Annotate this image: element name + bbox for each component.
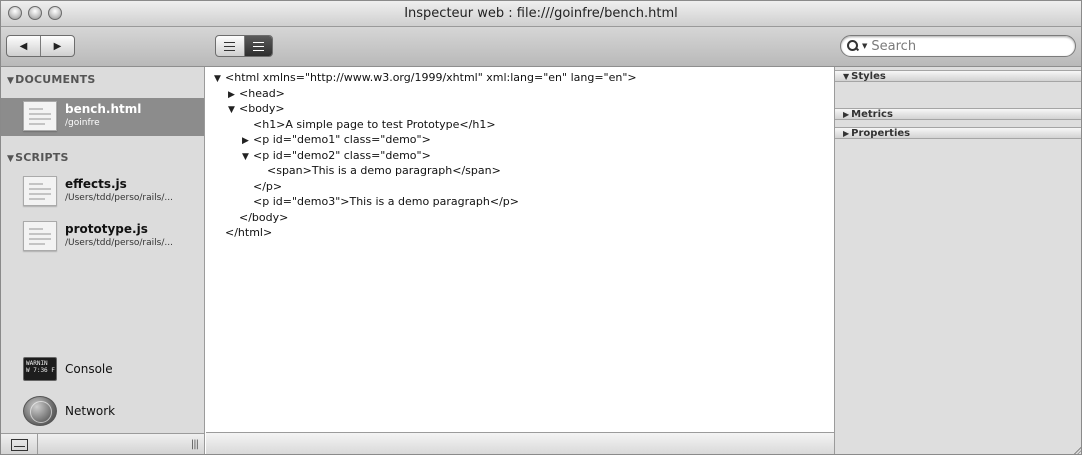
main-status-bar [206,432,834,454]
disclosure-down-icon: ▼ [843,72,850,81]
document-icon [23,101,57,131]
sidebar-item-bench-html[interactable]: bench.html /goinfre [1,98,204,136]
title-bar: Inspecteur web : file:///goinfre/bench.h… [1,1,1081,27]
resource-name: bench.html [65,102,142,116]
list-icon [224,41,236,51]
metrics-panel-header[interactable]: ▶ Metrics [835,108,1081,120]
resource-name: effects.js [65,177,127,191]
console-icon: WARNIN W 7:36 F [23,357,57,381]
dom-node-markup: </html> [225,226,273,239]
disclosure-right-icon: ▶ [843,110,850,119]
dom-node-row[interactable]: <p id="demo3">This is a demo paragraph</… [242,195,519,209]
sidebar-item-effects-js[interactable]: effects.js /Users/tdd/perso/rails/... [1,173,204,211]
disclosure-right-icon: ▶ [843,129,850,138]
dom-node-row[interactable]: </p> [242,180,282,194]
sidebar-item-prototype-js[interactable]: prototype.js /Users/tdd/perso/rails/... [1,218,204,256]
dom-tree: ▼ <html xmlns="http://www.w3.org/1999/xht… [206,67,834,434]
history-nav: ◀ ▶ [6,35,75,57]
forward-arrow-icon: ▶ [53,40,62,52]
dom-node-row[interactable]: </body> [228,211,288,225]
disclosure-right-icon[interactable]: ▶ [242,136,253,146]
dom-node-markup: <p id="demo2" class="demo"> [253,148,431,162]
window-resize-grip-icon[interactable] [1072,445,1081,454]
sidebar-resize-grip-icon[interactable]: ||| [191,439,199,450]
script-file-icon [23,176,57,206]
search-field[interactable]: ▼ [840,35,1076,57]
dom-node-row[interactable]: <h1>A simple page to test Prototype</h1> [242,118,496,132]
resource-name: prototype.js [65,222,148,236]
disclosure-down-icon[interactable]: ▼ [228,105,239,115]
tool-name: Console [65,362,113,376]
dock-toggle-icon[interactable] [11,439,28,451]
dom-node-markup: </body> [239,210,289,224]
tree-mode-toggle [215,35,273,57]
search-input[interactable] [871,38,1052,54]
dom-node-markup: <body> [239,102,285,115]
source-view-button[interactable] [243,36,272,56]
sidebar-item-network[interactable]: Network [1,394,204,428]
search-icon [847,39,860,53]
dom-node-markup: <p id="demo1" class="demo"> [253,133,431,146]
list-icon [252,41,264,51]
dom-node-markup: <p id="demo3">This is a demo paragraph</… [253,195,519,208]
web-inspector-window: Inspecteur web : file:///goinfre/bench.h… [0,0,1082,455]
sidebar: ▼DOCUMENTS bench.html /goinfre ▼SCRIPTS … [1,67,205,454]
dom-node-row[interactable]: ▼ <body> [228,102,285,116]
dom-node-row[interactable]: </html> [214,226,272,240]
toolbar: ◀ ▶ ▼ [1,27,1081,67]
dom-node-markup: <h1>A simple page to test Prototype</h1> [253,117,496,131]
disclosure-down-icon[interactable]: ▼ [242,152,253,162]
back-arrow-icon: ◀ [19,40,28,52]
dom-node-row[interactable]: ▼ <p id="demo2" class="demo"> [242,149,431,163]
documents-section-header[interactable]: ▼DOCUMENTS [7,73,96,86]
script-file-icon [23,221,57,251]
forward-button[interactable]: ▶ [40,36,74,56]
resource-path: /goinfre [65,118,100,128]
dom-node-markup: <html xmlns="http://www.w3.org/1999/xhtm… [225,71,637,84]
details-pane: ▼ Styles ▶ Metrics ▶ Properties [834,67,1081,454]
network-icon [23,396,57,426]
disclosure-down-icon: ▼ [7,154,15,164]
tool-name: Network [65,404,116,418]
resource-path: /Users/tdd/perso/rails/... [65,193,173,203]
styles-panel-header[interactable]: ▼ Styles [835,70,1081,82]
disclosure-down-icon[interactable]: ▼ [214,74,225,84]
dom-node-row[interactable]: ▶ <p id="demo1" class="demo"> [242,133,431,147]
disclosure-down-icon: ▼ [7,76,15,86]
scripts-section-header[interactable]: ▼SCRIPTS [7,151,69,164]
dom-node-markup: <head> [239,86,285,100]
disclosure-right-icon[interactable]: ▶ [228,90,239,100]
dom-node-row[interactable]: ▼ <html xmlns="http://www.w3.org/1999/xht… [214,71,637,85]
properties-panel-header[interactable]: ▶ Properties [835,127,1081,139]
sidebar-status-bar: ||| [1,433,204,454]
dom-node-row[interactable]: ▶ <head> [228,87,285,101]
window-title: Inspecteur web : file:///goinfre/bench.h… [404,6,678,21]
dom-node-row[interactable]: <span>This is a demo paragraph</span> [256,164,501,178]
back-button[interactable]: ◀ [7,36,40,56]
resource-path: /Users/tdd/perso/rails/... [65,238,173,248]
chevron-down-icon: ▼ [862,42,868,50]
dom-view-button[interactable] [216,36,244,56]
dom-node-markup: <span>This is a demo paragraph</span> [267,164,501,177]
dom-node-markup: </p> [253,179,283,193]
sidebar-item-console[interactable]: WARNIN W 7:36 F Console [1,352,204,386]
